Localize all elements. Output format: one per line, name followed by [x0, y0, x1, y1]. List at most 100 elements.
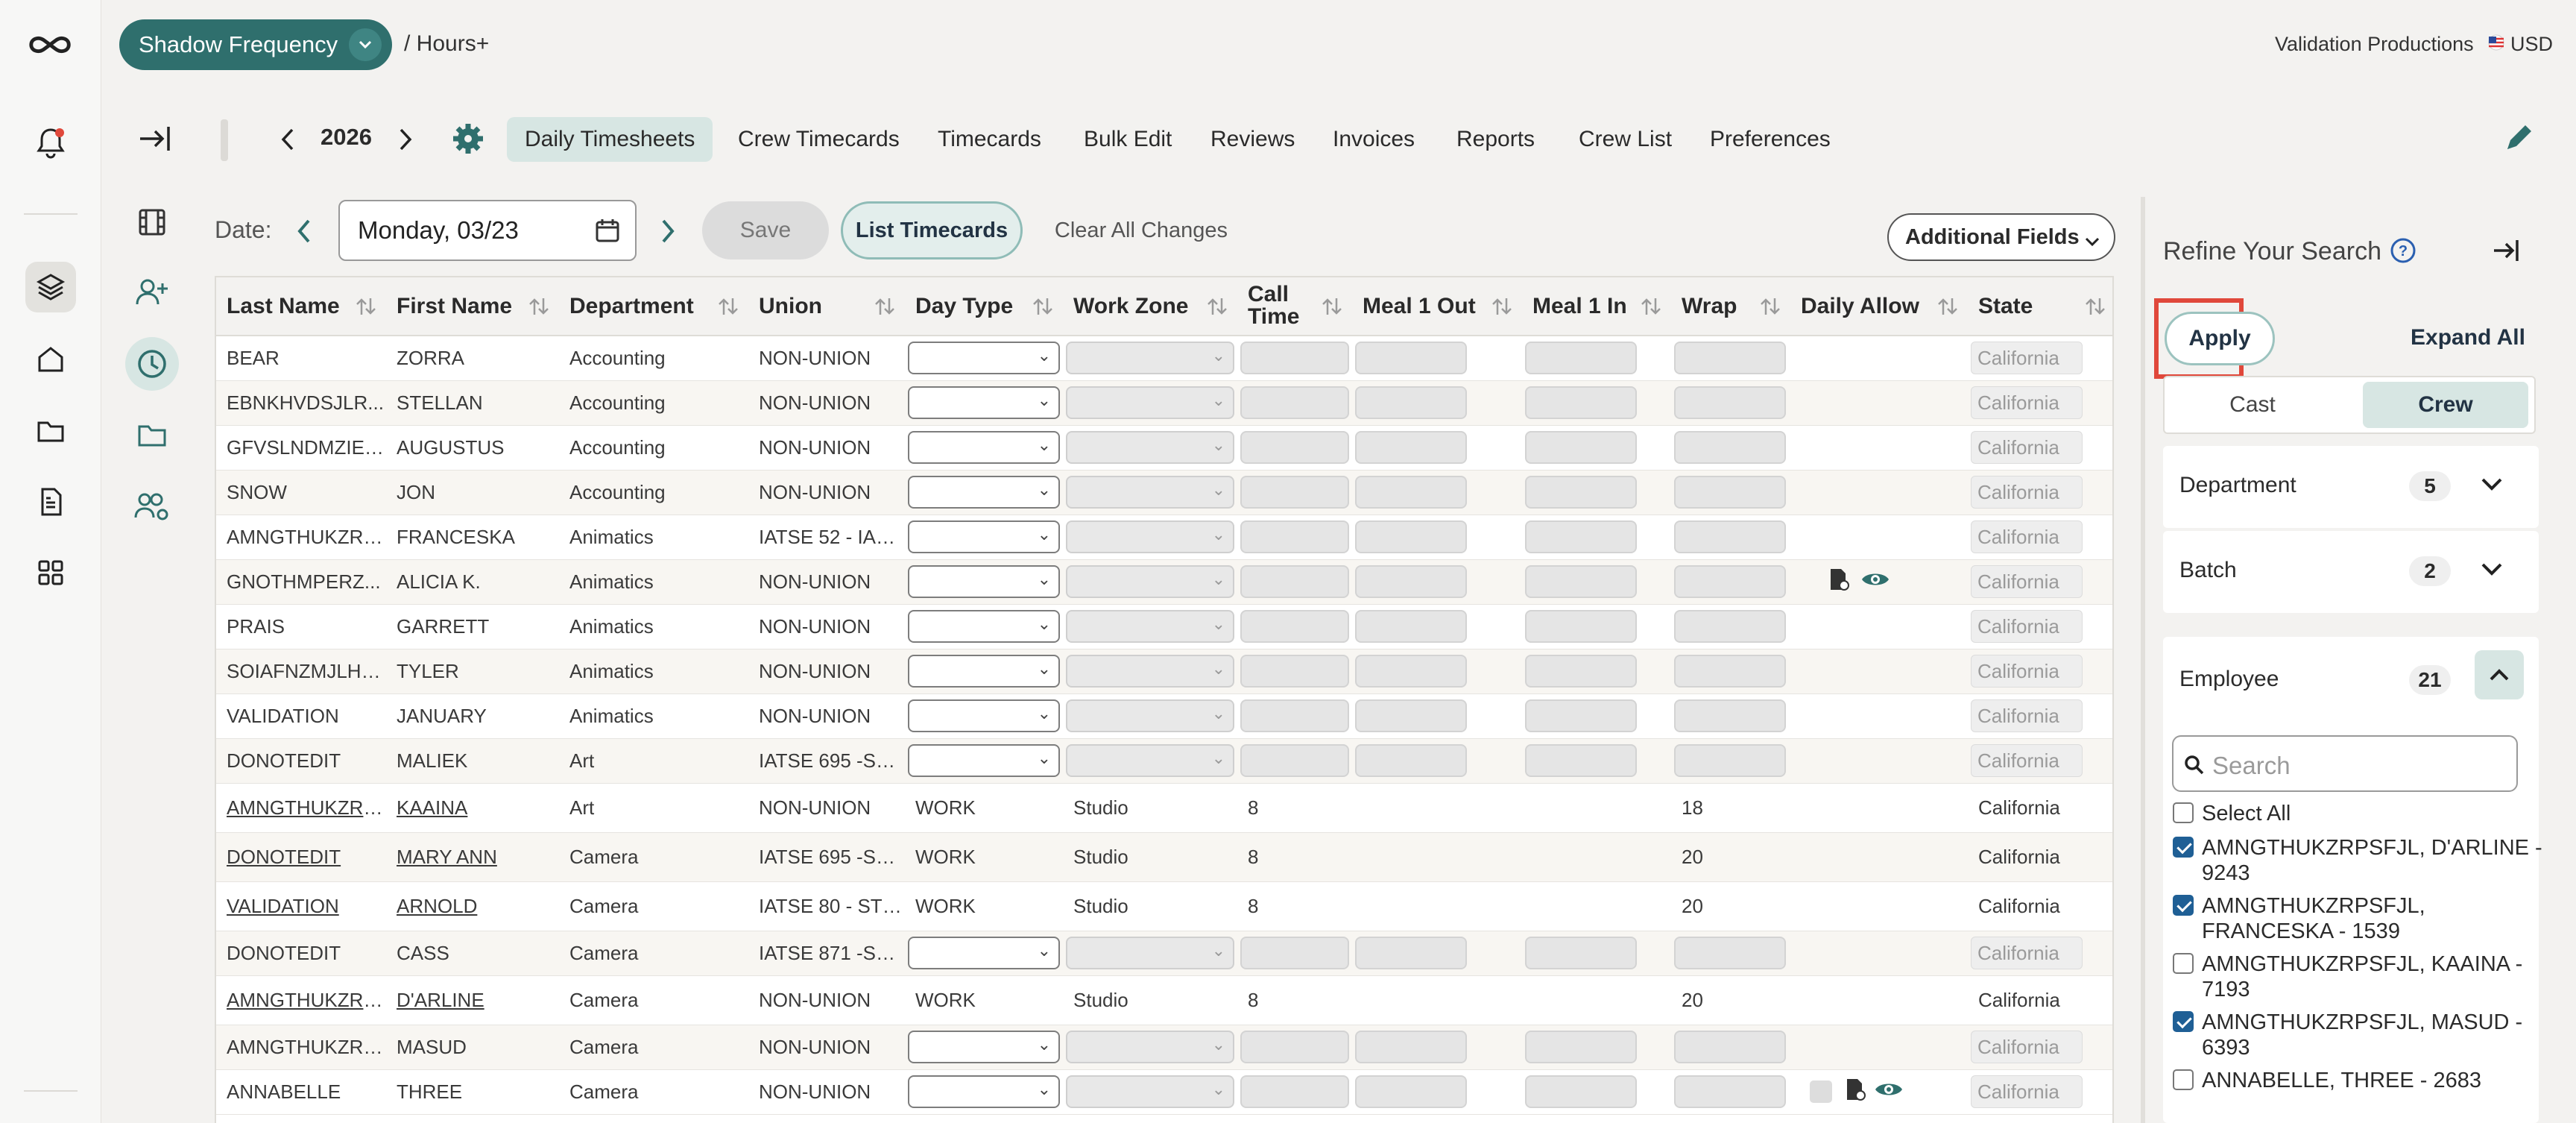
call-time-input[interactable]	[1240, 431, 1349, 464]
meal-1-out-input[interactable]	[1355, 565, 1467, 598]
state-field[interactable]: California	[1971, 520, 2083, 553]
wrap-input[interactable]	[1674, 565, 1786, 598]
date-input[interactable]: Monday, 03/23	[338, 200, 637, 261]
table-row[interactable]: ANNABELLE THREE Camera NON-UNION ⌄ ⌄ Californi…	[216, 1069, 2112, 1115]
day-type-select[interactable]: ⌄	[908, 744, 1060, 777]
department-filter[interactable]: Department 5	[2163, 446, 2539, 528]
breadcrumb[interactable]: / Hours+	[404, 31, 489, 57]
meal-1-in-input[interactable]	[1525, 342, 1637, 375]
meal-1-out-input[interactable]	[1355, 937, 1467, 969]
state-field[interactable]: California	[1971, 699, 2083, 732]
previous-year-icon[interactable]	[277, 125, 300, 154]
meal-1-out-input[interactable]	[1355, 520, 1467, 553]
project-selector[interactable]: Shadow Frequency	[119, 19, 392, 70]
meal-1-out-input[interactable]	[1355, 386, 1467, 419]
clock-icon[interactable]	[125, 337, 179, 391]
day-type-select[interactable]: ⌄	[908, 520, 1060, 553]
last-name[interactable]: AMNGTHUKZRP...	[227, 989, 386, 1011]
list-timecards-button[interactable]: List Timecards	[841, 201, 1023, 259]
last-name[interactable]: AMNGTHUKZRP...	[227, 796, 386, 819]
next-day-icon[interactable]	[656, 216, 678, 246]
tab-reviews[interactable]: Reviews	[1193, 117, 1313, 162]
first-name[interactable]: D'ARLINE	[397, 989, 484, 1011]
wrap-input[interactable]	[1674, 1075, 1786, 1108]
wrap-input[interactable]	[1674, 744, 1786, 777]
employee-checkbox[interactable]	[2173, 837, 2194, 858]
column-header[interactable]: Department	[559, 277, 748, 336]
meal-1-in-input[interactable]	[1525, 1031, 1637, 1063]
sort-arrows-icon[interactable]	[353, 294, 379, 319]
chevron-down-icon[interactable]	[2479, 561, 2504, 582]
select-all-label[interactable]: Select All	[2202, 801, 2552, 826]
collapse-sidebar-icon[interactable]	[136, 122, 173, 155]
call-time-input[interactable]	[1240, 342, 1349, 375]
meal-1-in-input[interactable]	[1525, 744, 1637, 777]
sort-arrows-icon[interactable]	[1319, 294, 1345, 319]
work-zone-select[interactable]: ⌄	[1066, 937, 1234, 969]
table-row[interactable]: AMNGTHUKZRP... MASUD Camera NON-UNION ⌄ ⌄ Cali…	[216, 1025, 2112, 1070]
table-row[interactable]: AMNGTHUKZRP... D'ARLINE Camera NON-UNION WOR…	[216, 975, 2112, 1025]
last-name[interactable]: DONOTEDIT	[227, 846, 341, 868]
state-field[interactable]: California	[1971, 565, 2083, 598]
eye-icon[interactable]	[1874, 1078, 1904, 1106]
call-time-input[interactable]	[1240, 476, 1349, 509]
wrap-input[interactable]	[1674, 342, 1786, 375]
meal-1-out-input[interactable]	[1355, 342, 1467, 375]
wrap-input[interactable]	[1674, 386, 1786, 419]
employee-option-label[interactable]: AMNGTHUKZRPSFJL, D'ARLINE - 9243	[2202, 835, 2552, 886]
sort-arrows-icon[interactable]	[716, 294, 741, 319]
state-field[interactable]: California	[1971, 1031, 2083, 1063]
state-field[interactable]: California	[1971, 386, 2083, 419]
column-header[interactable]: State	[1968, 277, 2112, 336]
table-row[interactable]: AMNGTHUKZRP... FRANCESKA Animatics IATSE 52…	[216, 515, 2112, 560]
table-row[interactable]: VALIDATION JANUARY Animatics NON-UNION ⌄ ⌄ Cal…	[216, 693, 2112, 739]
column-header[interactable]: Day Type	[905, 277, 1063, 336]
state-field[interactable]: California	[1971, 744, 2083, 777]
work-zone-select[interactable]: ⌄	[1066, 431, 1234, 464]
meal-1-in-input[interactable]	[1525, 386, 1637, 419]
call-time-input[interactable]	[1240, 699, 1349, 732]
call-time-input[interactable]	[1240, 744, 1349, 777]
meal-1-out-input[interactable]	[1355, 655, 1467, 688]
sort-arrows-icon[interactable]	[1758, 294, 1783, 319]
call-time-input[interactable]	[1240, 386, 1349, 419]
film-icon[interactable]	[136, 206, 168, 239]
state-field[interactable]: California	[1971, 937, 2083, 969]
work-zone-select[interactable]: ⌄	[1066, 565, 1234, 598]
column-header[interactable]: Last Name	[216, 277, 386, 336]
meal-1-out-input[interactable]	[1355, 1075, 1467, 1108]
call-time-input[interactable]	[1240, 1031, 1349, 1063]
table-row[interactable]: SOIAFNZMJLHV... TYLER Animatics NON-UNION ⌄ ⌄…	[216, 649, 2112, 694]
work-zone-select[interactable]: ⌄	[1066, 520, 1234, 553]
collapse-panel-icon[interactable]	[2491, 236, 2521, 265]
next-year-icon[interactable]	[394, 125, 416, 154]
app-logo-icon[interactable]	[25, 19, 76, 70]
state-field[interactable]: California	[1971, 655, 2083, 688]
meal-1-out-input[interactable]	[1355, 699, 1467, 732]
meal-1-out-input[interactable]	[1355, 476, 1467, 509]
tab-crew-timecards[interactable]: Crew Timecards	[720, 117, 918, 162]
wrap-input[interactable]	[1674, 1031, 1786, 1063]
work-zone-select[interactable]: ⌄	[1066, 610, 1234, 643]
first-name[interactable]: KAAINA	[397, 796, 467, 819]
table-row[interactable]: GFVSLNDMZIET... AUGUSTUS Accounting NON-UNI…	[216, 425, 2112, 471]
state-field[interactable]: California	[1971, 476, 2083, 509]
sort-arrows-icon[interactable]	[1638, 294, 1664, 319]
apps-grid-icon[interactable]	[25, 547, 76, 598]
meal-1-in-input[interactable]	[1525, 610, 1637, 643]
day-type-select[interactable]: ⌄	[908, 610, 1060, 643]
column-header[interactable]: Meal 1 Out	[1352, 277, 1522, 336]
calendar-icon[interactable]	[595, 218, 620, 247]
eye-icon[interactable]	[1860, 568, 1890, 596]
column-header[interactable]: Daily Allow	[1790, 277, 1968, 336]
day-type-select[interactable]: ⌄	[908, 431, 1060, 464]
sort-arrows-icon[interactable]	[526, 294, 552, 319]
sort-arrows-icon[interactable]	[872, 294, 897, 319]
call-time-input[interactable]	[1240, 520, 1349, 553]
column-header[interactable]: Union	[748, 277, 905, 336]
day-type-select[interactable]: ⌄	[908, 386, 1060, 419]
tab-reports[interactable]: Reports	[1439, 117, 1553, 162]
call-time-input[interactable]	[1240, 610, 1349, 643]
sort-arrows-icon[interactable]	[1205, 294, 1230, 319]
wrap-input[interactable]	[1674, 431, 1786, 464]
